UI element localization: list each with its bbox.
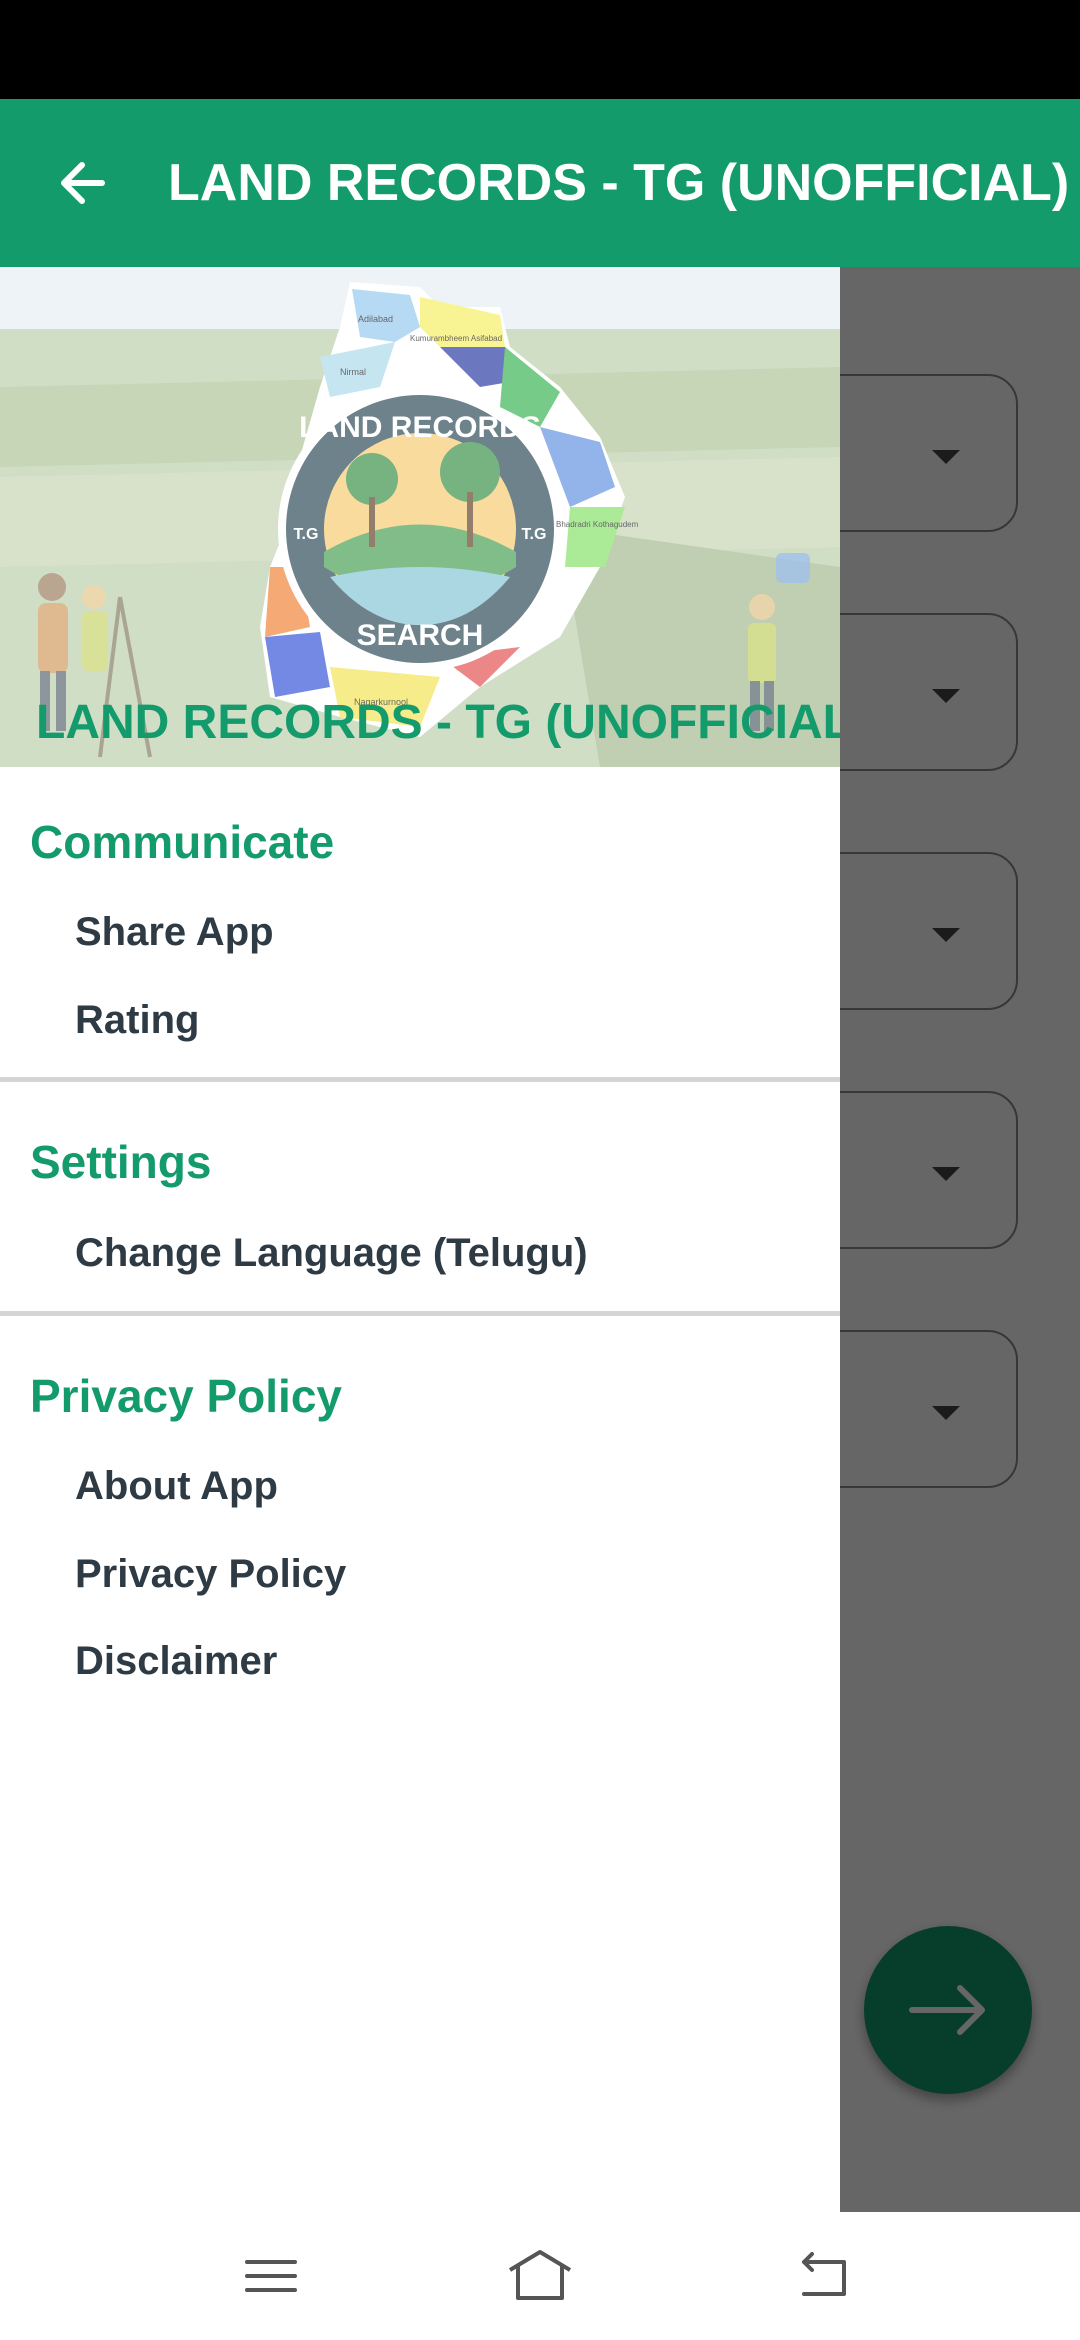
- app-bar: LAND RECORDS - TG (UNOFFICIAL): [0, 99, 1080, 267]
- recent-apps-button[interactable]: [229, 2234, 313, 2318]
- menu-item-privacy-policy[interactable]: Privacy Policy: [75, 1552, 346, 1597]
- back-icon: [802, 2252, 846, 2296]
- menu-icon: [245, 2260, 297, 2292]
- menu-item-about-app[interactable]: About App: [75, 1464, 278, 1509]
- system-nav-bar: [0, 2212, 1080, 2340]
- section-title-communicate: Communicate: [30, 816, 335, 868]
- app-title: LAND RECORDS - TG (UNOFFICIAL): [168, 154, 1070, 212]
- section-title-privacy-policy: Privacy Policy: [30, 1370, 342, 1422]
- header-haze-overlay: [0, 267, 840, 767]
- status-bar: [0, 0, 1080, 99]
- menu-item-share-app[interactable]: Share App: [75, 910, 274, 955]
- drawer-header: LAND RECORDS SEARCH T.G T.G Adilabad Kum…: [0, 267, 840, 767]
- section-title-settings: Settings: [30, 1136, 212, 1188]
- back-button[interactable]: [48, 147, 120, 219]
- menu-item-rating[interactable]: Rating: [75, 998, 199, 1043]
- system-back-button[interactable]: [782, 2234, 866, 2318]
- arrow-left-icon: [61, 162, 105, 204]
- menu-item-disclaimer[interactable]: Disclaimer: [75, 1639, 277, 1684]
- drawer-header-title: LAND RECORDS - TG (UNOFFICIAL): [36, 696, 840, 749]
- divider: [0, 1077, 840, 1082]
- divider: [0, 1311, 840, 1316]
- navigation-drawer: LAND RECORDS SEARCH T.G T.G Adilabad Kum…: [0, 267, 840, 2212]
- menu-item-change-language[interactable]: Change Language (Telugu): [75, 1231, 588, 1276]
- home-button[interactable]: [498, 2234, 582, 2318]
- home-icon: [508, 2250, 572, 2300]
